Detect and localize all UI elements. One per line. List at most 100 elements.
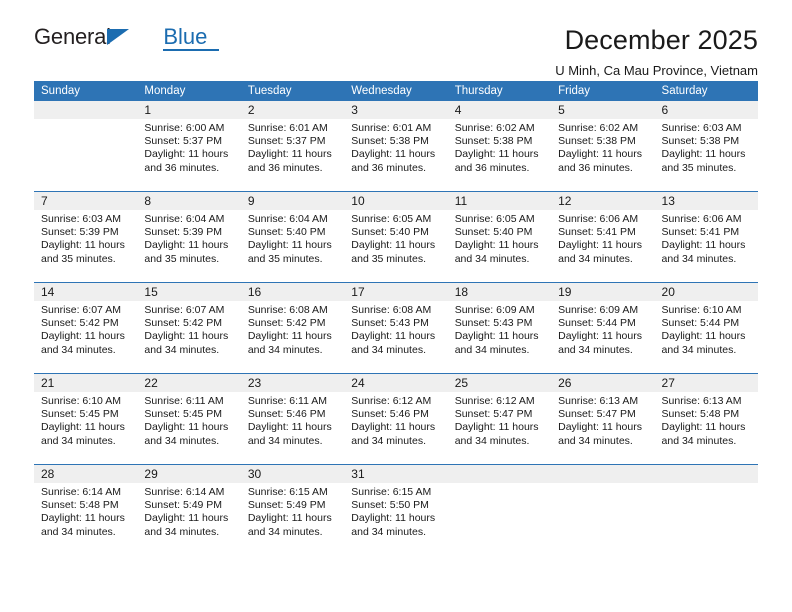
calendar-cell[interactable]: 18 Sunrise: 6:09 AM Sunset: 5:43 PM Dayligh… — [447, 282, 552, 374]
day-cell: 29 Sunrise: 6:14 AM Sunset: 5:49 PM Dayligh… — [137, 465, 241, 553]
calendar-cell[interactable]: 16 Sunrise: 6:08 AM Sunset: 5:42 PM Dayligh… — [240, 282, 345, 374]
calendar-cell[interactable]: 8 Sunrise: 6:04 AM Sunset: 5:39 PM Daylight… — [137, 191, 241, 283]
day-number: 7 — [34, 192, 138, 210]
daylight-line-1: Daylight: 11 hours — [41, 512, 125, 525]
sunset-time: Sunset: 5:50 PM — [351, 499, 429, 512]
daylight-line-1: Daylight: 11 hours — [454, 330, 539, 343]
sunrise-time: Sunrise: 6:12 AM — [454, 395, 535, 407]
day-cell — [551, 465, 655, 553]
daylight-line-1: Daylight: 11 hours — [144, 330, 229, 343]
sunset-time: Sunset: 5:39 PM — [41, 226, 119, 239]
daylight-line-2: and 34 minutes. — [41, 434, 116, 447]
logo-text-general: General — [34, 24, 111, 49]
calendar-cell[interactable]: 26 Sunrise: 6:13 AM Sunset: 5:47 PM Dayligh… — [551, 373, 655, 465]
day-cell: 9 Sunrise: 6:04 AM Sunset: 5:40 PM Daylight… — [240, 192, 345, 280]
masthead: General Blue December 2025 U Minh, Ca Ma… — [34, 0, 758, 78]
day-cell: 25 Sunrise: 6:12 AM Sunset: 5:47 PM Dayligh… — [447, 374, 552, 462]
daylight-line-1: Daylight: 11 hours — [558, 421, 642, 434]
calendar-cell[interactable]: 2 Sunrise: 6:01 AM Sunset: 5:37 PM Daylight… — [240, 101, 345, 192]
day-details: Sunrise: 6:01 AM Sunset: 5:38 PM Daylight:… — [344, 119, 447, 175]
daylight-line-2: and 34 minutes. — [661, 434, 737, 447]
calendar-cell[interactable]: 25 Sunrise: 6:12 AM Sunset: 5:47 PM Dayligh… — [447, 373, 552, 465]
weekday-header-saturday: Saturday — [654, 81, 758, 101]
weekday-header-wednesday: Wednesday — [344, 81, 448, 101]
day-cell: 27 Sunrise: 6:13 AM Sunset: 5:48 PM Dayligh… — [654, 374, 758, 462]
day-number: 9 — [240, 192, 345, 210]
calendar-cell[interactable]: 30 Sunrise: 6:15 AM Sunset: 5:49 PM Dayligh… — [240, 464, 345, 555]
sunrise-time: Sunrise: 6:15 AM — [351, 486, 432, 498]
daylight-line-2: and 35 minutes. — [661, 161, 737, 174]
calendar-cell[interactable]: 1 Sunrise: 6:00 AM Sunset: 5:37 PM Daylight… — [137, 101, 241, 192]
calendar-cell[interactable]: 28 Sunrise: 6:14 AM Sunset: 5:48 PM Dayligh… — [34, 464, 138, 555]
daylight-line-2: and 36 minutes. — [144, 161, 220, 174]
calendar-cell[interactable]: 9 Sunrise: 6:04 AM Sunset: 5:40 PM Daylight… — [240, 191, 345, 283]
calendar-cell[interactable]: 17 Sunrise: 6:08 AM Sunset: 5:43 PM Dayligh… — [344, 282, 448, 374]
general-blue-logo[interactable]: General Blue — [34, 26, 234, 74]
calendar-cell[interactable]: 4 Sunrise: 6:02 AM Sunset: 5:38 PM Daylight… — [447, 101, 552, 192]
calendar-cell[interactable]: 13 Sunrise: 6:06 AM Sunset: 5:41 PM Dayligh… — [654, 191, 758, 283]
daylight-line-1: Daylight: 11 hours — [558, 148, 642, 161]
sunrise-time: Sunrise: 6:11 AM — [144, 395, 224, 407]
sunset-time: Sunset: 5:38 PM — [558, 135, 636, 148]
daylight-line-1: Daylight: 11 hours — [41, 239, 125, 252]
day-number: 8 — [137, 192, 241, 210]
calendar-cell[interactable]: 7 Sunrise: 6:03 AM Sunset: 5:39 PM Daylight… — [34, 191, 138, 283]
sunrise-time: Sunrise: 6:09 AM — [454, 304, 535, 316]
daylight-line-2: and 34 minutes. — [144, 434, 220, 447]
calendar-cell[interactable]: 22 Sunrise: 6:11 AM Sunset: 5:45 PM Dayligh… — [137, 373, 241, 465]
sunset-time: Sunset: 5:44 PM — [661, 317, 740, 330]
calendar-cell[interactable]: 5 Sunrise: 6:02 AM Sunset: 5:38 PM Daylight… — [551, 101, 655, 192]
weekday-header-sunday: Sunday — [34, 81, 138, 101]
weekday-header-thursday: Thursday — [447, 81, 552, 101]
daylight-line-2: and 34 minutes. — [454, 252, 530, 265]
day-details: Sunrise: 6:11 AM Sunset: 5:45 PM Daylight:… — [137, 392, 240, 448]
day-cell: 16 Sunrise: 6:08 AM Sunset: 5:42 PM Dayligh… — [240, 283, 345, 371]
calendar-cell[interactable]: 6 Sunrise: 6:03 AM Sunset: 5:38 PM Daylight… — [654, 101, 758, 192]
calendar-cell[interactable]: 27 Sunrise: 6:13 AM Sunset: 5:48 PM Dayligh… — [654, 373, 758, 465]
week-row: 1 Sunrise: 6:00 AM Sunset: 5:37 PM Daylight… — [34, 101, 758, 192]
day-cell: 17 Sunrise: 6:08 AM Sunset: 5:43 PM Dayligh… — [344, 283, 448, 371]
daylight-line-2: and 34 minutes. — [41, 343, 116, 356]
day-number — [551, 465, 655, 483]
daylight-line-1: Daylight: 11 hours — [661, 239, 746, 252]
day-number: 21 — [34, 374, 138, 392]
day-number: 27 — [654, 374, 758, 392]
weekday-header-tuesday: Tuesday — [240, 81, 345, 101]
calendar-cell[interactable]: 11 Sunrise: 6:05 AM Sunset: 5:40 PM Dayligh… — [447, 191, 552, 283]
calendar-cell[interactable]: 3 Sunrise: 6:01 AM Sunset: 5:38 PM Daylight… — [344, 101, 448, 192]
daylight-line-2: and 34 minutes. — [454, 434, 530, 447]
calendar-cell[interactable]: 29 Sunrise: 6:14 AM Sunset: 5:49 PM Dayligh… — [137, 464, 241, 555]
calendar-cell[interactable]: 10 Sunrise: 6:05 AM Sunset: 5:40 PM Dayligh… — [344, 191, 448, 283]
sunset-time: Sunset: 5:38 PM — [661, 135, 740, 148]
sunrise-time: Sunrise: 6:11 AM — [247, 395, 328, 407]
calendar-cell[interactable]: 31 Sunrise: 6:15 AM Sunset: 5:50 PM Dayligh… — [344, 464, 448, 555]
day-cell: 4 Sunrise: 6:02 AM Sunset: 5:38 PM Daylight… — [447, 101, 552, 189]
calendar-cell[interactable]: 23 Sunrise: 6:11 AM Sunset: 5:46 PM Dayligh… — [240, 373, 345, 465]
day-number: 3 — [344, 101, 448, 119]
day-details: Sunrise: 6:13 AM Sunset: 5:48 PM Daylight:… — [655, 392, 758, 448]
calendar-cell[interactable]: 15 Sunrise: 6:07 AM Sunset: 5:42 PM Dayligh… — [137, 282, 241, 374]
day-details: Sunrise: 6:04 AM Sunset: 5:40 PM Daylight:… — [241, 210, 344, 266]
calendar-cell[interactable]: 20 Sunrise: 6:10 AM Sunset: 5:44 PM Dayligh… — [654, 282, 758, 374]
daylight-line-2: and 34 minutes. — [661, 252, 737, 265]
calendar-cell[interactable]: 12 Sunrise: 6:06 AM Sunset: 5:41 PM Dayligh… — [551, 191, 655, 283]
calendar-cell[interactable]: 14 Sunrise: 6:07 AM Sunset: 5:42 PM Dayligh… — [34, 282, 138, 374]
daylight-line-1: Daylight: 11 hours — [661, 330, 746, 343]
day-number: 6 — [654, 101, 758, 119]
calendar-cell[interactable]: 24 Sunrise: 6:12 AM Sunset: 5:46 PM Dayligh… — [344, 373, 448, 465]
daylight-line-2: and 34 minutes. — [351, 434, 426, 447]
daylight-line-2: and 36 minutes. — [247, 161, 323, 174]
calendar-cell[interactable]: 21 Sunrise: 6:10 AM Sunset: 5:45 PM Dayligh… — [34, 373, 138, 465]
sunrise-time: Sunrise: 6:09 AM — [558, 304, 639, 316]
calendar-cell[interactable]: 19 Sunrise: 6:09 AM Sunset: 5:44 PM Dayligh… — [551, 282, 655, 374]
day-number: 18 — [447, 283, 552, 301]
day-number: 10 — [344, 192, 448, 210]
day-cell: 11 Sunrise: 6:05 AM Sunset: 5:40 PM Dayligh… — [447, 192, 552, 280]
daylight-line-2: and 34 minutes. — [247, 525, 323, 538]
daylight-line-1: Daylight: 11 hours — [558, 330, 642, 343]
sunrise-time: Sunrise: 6:02 AM — [454, 122, 535, 134]
day-number: 19 — [551, 283, 655, 301]
daylight-line-1: Daylight: 11 hours — [247, 330, 332, 343]
daylight-line-1: Daylight: 11 hours — [351, 239, 436, 252]
day-number: 5 — [551, 101, 655, 119]
